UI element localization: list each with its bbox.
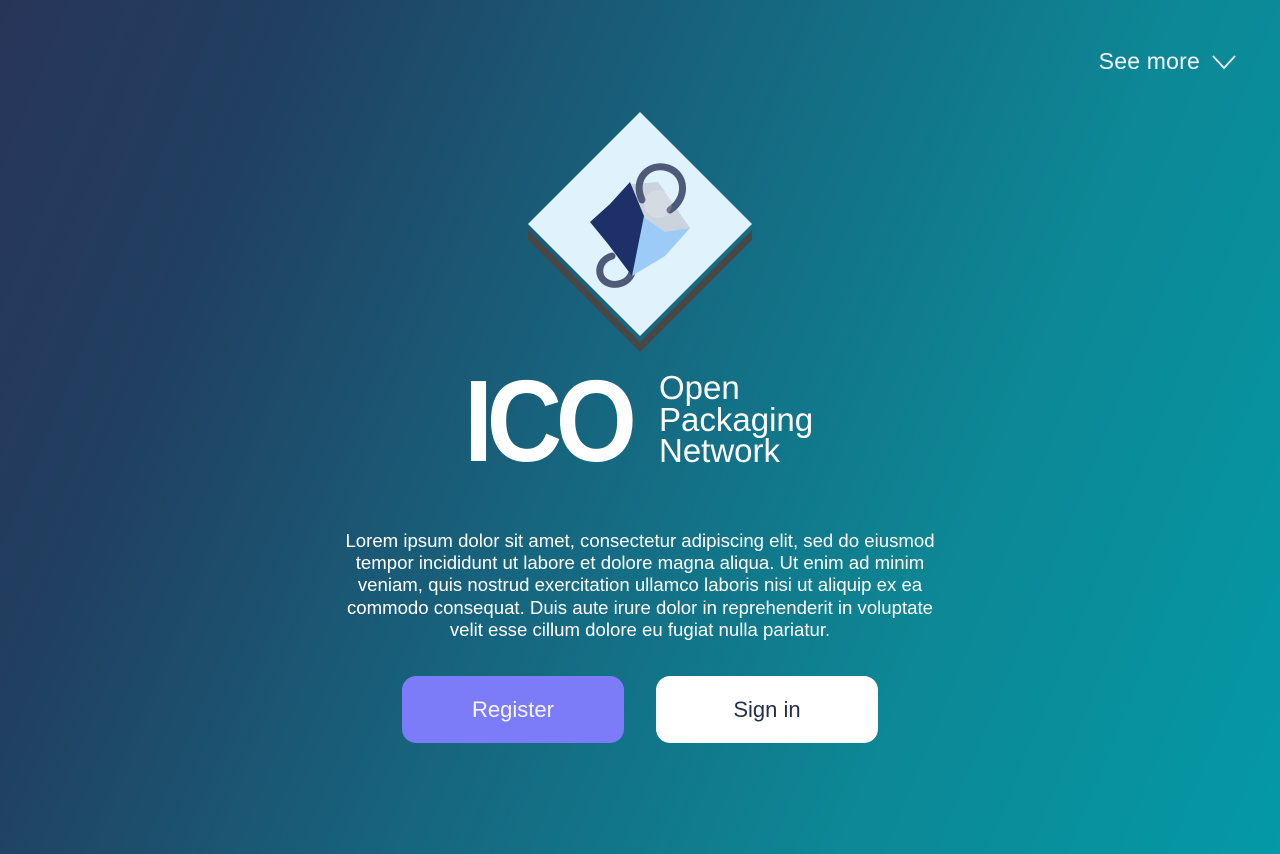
sign-in-button[interactable]: Sign in — [656, 676, 878, 743]
see-more-toggle[interactable]: See more — [1099, 48, 1236, 75]
register-button[interactable]: Register — [402, 676, 624, 743]
brand-tagline-line: Network — [659, 432, 781, 469]
see-more-label: See more — [1098, 48, 1200, 74]
brand-lockup: ICO Open Packaging Network — [464, 356, 824, 486]
package-cube-link-icon — [528, 112, 752, 352]
chevron-down-icon — [1212, 54, 1236, 70]
brand-name: ICO — [464, 356, 637, 486]
intro-description: Lorem ipsum dolor sit amet, consectetur … — [345, 529, 935, 641]
app-logo — [520, 104, 760, 359]
brand-tagline-line: Open — [659, 369, 740, 406]
brand-tagline: Open Packaging Network — [659, 369, 814, 469]
brand-tagline-line: Packaging — [659, 400, 814, 438]
